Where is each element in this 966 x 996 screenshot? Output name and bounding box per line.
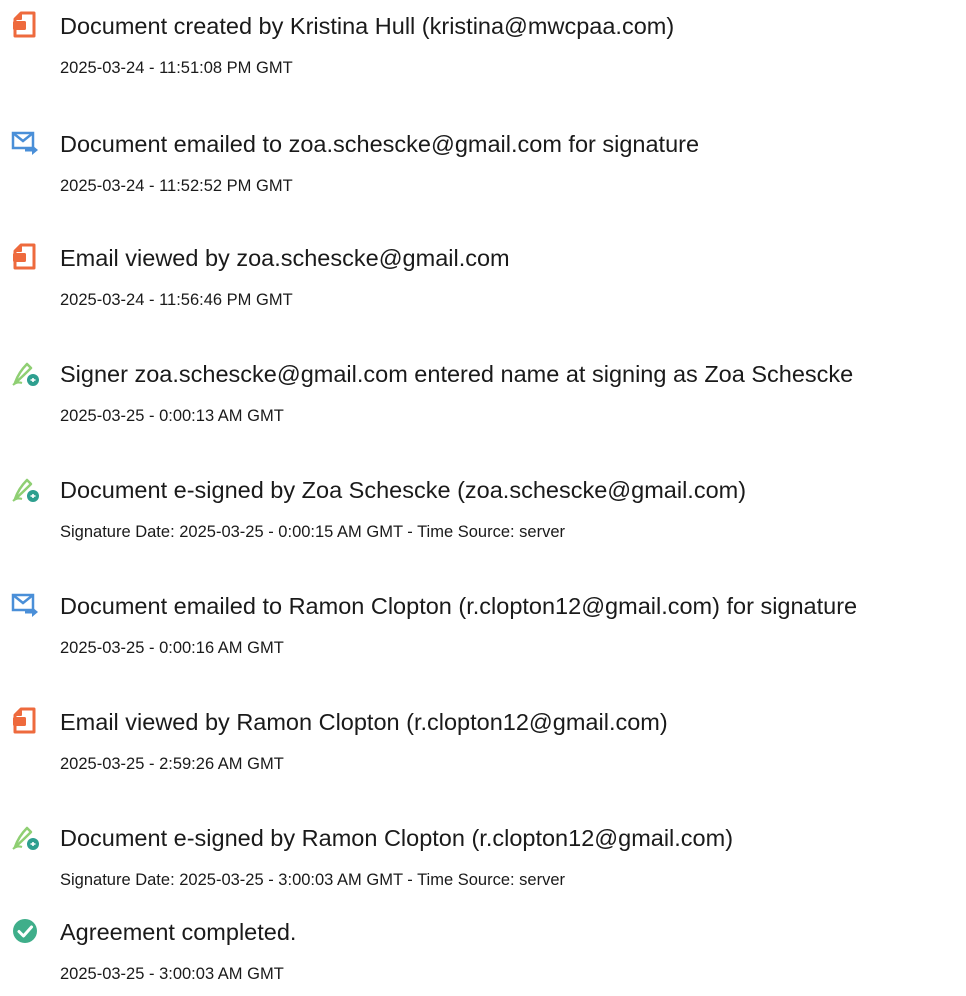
- document-viewed-icon: [10, 706, 40, 736]
- event-document-emailed: Document emailed to Ramon Clopton (r.clo…: [0, 580, 966, 670]
- event-timestamp: Signature Date: 2025-03-25 - 3:00:03 AM …: [60, 871, 566, 889]
- event-title: Document emailed to Ramon Clopton (r.clo…: [60, 593, 858, 619]
- document-created-icon: [10, 10, 40, 40]
- email-sent-icon: [10, 590, 40, 620]
- event-timestamp: 2025-03-24 - 11:56:46 PM GMT: [60, 291, 293, 309]
- event-timestamp: 2025-03-25 - 0:00:16 AM GMT: [60, 639, 284, 657]
- event-timestamp: 2025-03-25 - 0:00:13 AM GMT: [60, 407, 284, 425]
- event-signer-entered-name: Signer zoa.schescke@gmail.com entered na…: [0, 348, 966, 438]
- e-sign-pen-icon: [10, 822, 40, 852]
- event-timestamp: 2025-03-24 - 11:52:52 PM GMT: [60, 177, 293, 195]
- checkmark-circle-icon: [10, 916, 40, 946]
- event-email-viewed: Email viewed by Ramon Clopton (r.clopton…: [0, 696, 966, 786]
- event-title: Email viewed by Ramon Clopton (r.clopton…: [60, 709, 668, 735]
- event-timestamp: 2025-03-25 - 2:59:26 AM GMT: [60, 755, 284, 773]
- event-title: Document created by Kristina Hull (krist…: [60, 13, 675, 39]
- email-sent-icon: [10, 128, 40, 158]
- event-agreement-completed: Agreement completed. 2025-03-25 - 3:00:0…: [0, 906, 966, 996]
- event-timestamp: Signature Date: 2025-03-25 - 0:00:15 AM …: [60, 523, 566, 541]
- event-timestamp: 2025-03-25 - 3:00:03 AM GMT: [60, 965, 284, 983]
- event-title: Signer zoa.schescke@gmail.com entered na…: [60, 361, 854, 387]
- e-sign-pen-icon: [10, 474, 40, 504]
- event-timestamp: 2025-03-24 - 11:51:08 PM GMT: [60, 59, 293, 77]
- event-document-esigned: Document e-signed by Zoa Schescke (zoa.s…: [0, 464, 966, 554]
- event-document-esigned: Document e-signed by Ramon Clopton (r.cl…: [0, 812, 966, 902]
- audit-trail: Document created by Kristina Hull (krist…: [0, 0, 966, 996]
- event-title: Document e-signed by Ramon Clopton (r.cl…: [60, 825, 734, 851]
- event-document-emailed: Document emailed to zoa.schescke@gmail.c…: [0, 118, 966, 208]
- event-title: Agreement completed.: [60, 919, 297, 945]
- event-title: Email viewed by zoa.schescke@gmail.com: [60, 245, 510, 271]
- e-sign-pen-icon: [10, 358, 40, 388]
- event-email-viewed: Email viewed by zoa.schescke@gmail.com 2…: [0, 232, 966, 322]
- event-document-created: Document created by Kristina Hull (krist…: [0, 0, 966, 90]
- event-title: Document e-signed by Zoa Schescke (zoa.s…: [60, 477, 747, 503]
- event-title: Document emailed to zoa.schescke@gmail.c…: [60, 131, 700, 157]
- document-viewed-icon: [10, 242, 40, 272]
